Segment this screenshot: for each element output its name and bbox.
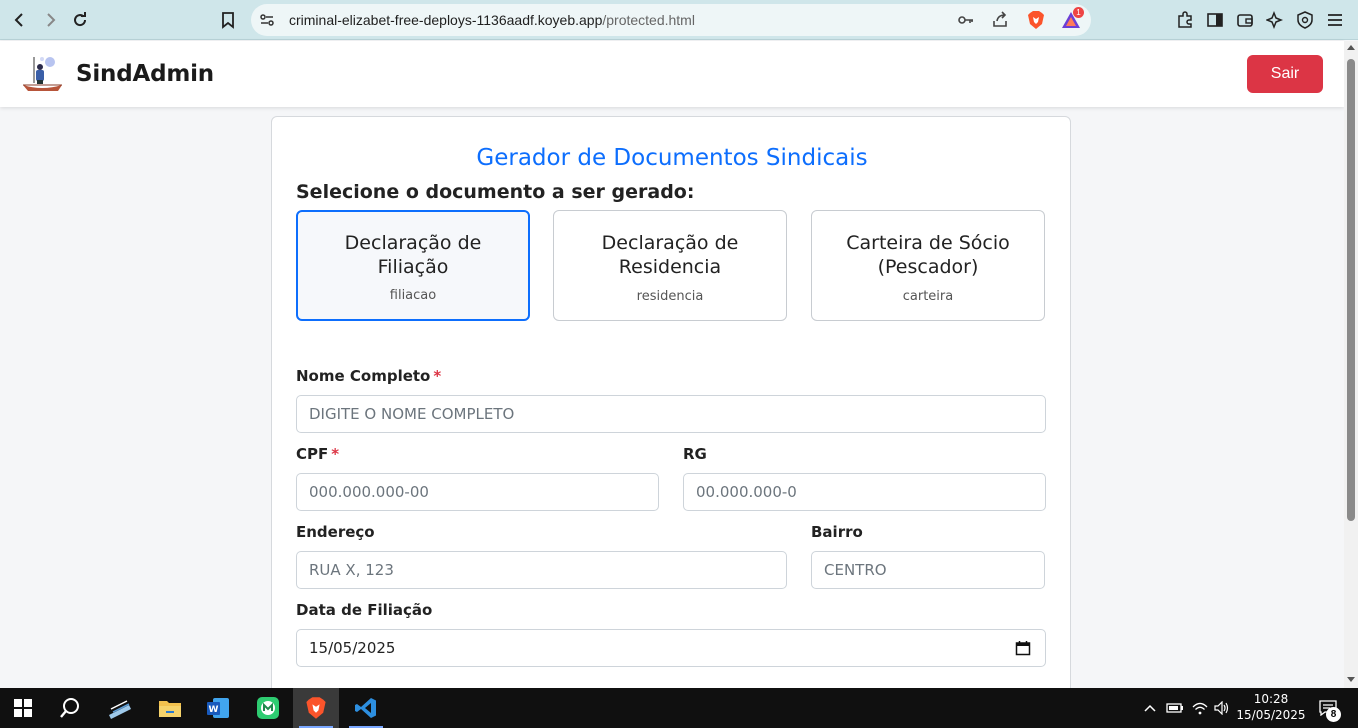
document-generator-card: Gerador de Documentos Sindicais Selecion… — [271, 116, 1071, 716]
rg-input[interactable]: 00.000.000-0 — [683, 473, 1046, 511]
logout-button[interactable]: Sair — [1247, 55, 1323, 93]
endereco-placeholder: RUA X, 123 — [309, 561, 394, 579]
site-settings-icon[interactable] — [259, 12, 275, 28]
doc-option-residencia[interactable]: Declaração de Residencia residencia — [553, 210, 787, 321]
data-filiacao-input[interactable]: 15/05/2025 — [296, 629, 1046, 667]
app-m-icon[interactable] — [245, 688, 291, 728]
nome-input[interactable]: DIGITE O NOME COMPLETO — [296, 395, 1046, 433]
cpf-label-text: CPF — [296, 445, 329, 463]
endereco-label: Endereço — [296, 523, 375, 541]
file-explorer-icon[interactable] — [147, 688, 193, 728]
page-title: Gerador de Documentos Sindicais — [476, 145, 868, 171]
doc-option-title-text: Declaração de Residencia — [601, 232, 739, 278]
fisherman-logo-icon — [23, 57, 62, 91]
clock-date: 15/05/2025 — [1236, 708, 1306, 722]
doc-option-code: residencia — [636, 289, 704, 304]
page-scrollbar[interactable] — [1344, 41, 1358, 688]
doc-option-code: filiacao — [389, 288, 437, 303]
doc-option-title: Carteira de Sócio (Pescador) — [812, 231, 1044, 279]
share-icon[interactable] — [990, 10, 1010, 30]
rewards-badge: 1 — [1073, 7, 1084, 18]
reload-icon[interactable] — [66, 6, 94, 34]
doc-option-filiacao[interactable]: Declaração de Filiação filiacao — [296, 210, 530, 321]
brave-shield-icon[interactable] — [1026, 10, 1046, 30]
taskbar-clock[interactable]: 10:28 15/05/2025 — [1236, 691, 1306, 723]
scroll-down-arrow-icon[interactable] — [1347, 677, 1355, 682]
doc-option-title: Declaração de Filiação — [298, 231, 528, 279]
required-mark: * — [433, 367, 442, 385]
cpf-placeholder: 000.000.000-00 — [309, 483, 429, 501]
rg-label: RG — [683, 445, 707, 463]
doc-option-title-text: Declaração de Filiação — [344, 232, 482, 278]
back-icon[interactable] — [6, 6, 34, 34]
rg-placeholder: 00.000.000-0 — [696, 483, 797, 501]
bairro-placeholder: CENTRO — [824, 561, 887, 579]
menu-icon[interactable] — [1324, 9, 1346, 31]
word-icon[interactable]: W — [195, 688, 241, 728]
vscode-icon[interactable] — [343, 688, 389, 728]
nome-label-text: Nome Completo — [296, 367, 431, 385]
brave-rewards-icon[interactable]: 1 — [1061, 7, 1084, 30]
bairro-label: Bairro — [811, 523, 863, 541]
cpf-input[interactable]: 000.000.000-00 — [296, 473, 659, 511]
bairro-input[interactable]: CENTRO — [811, 551, 1045, 589]
battery-icon[interactable] — [1165, 688, 1185, 728]
brand-title: SindAdmin — [76, 61, 214, 87]
scroll-up-arrow-icon[interactable] — [1347, 45, 1355, 50]
password-key-icon[interactable] — [956, 10, 976, 30]
data-filiacao-label: Data de Filiação — [296, 601, 433, 619]
search-icon[interactable] — [47, 688, 93, 728]
url-host: criminal-elizabet-free-deploys-1136aadf.… — [289, 12, 603, 28]
cpf-label: CPF * — [296, 445, 339, 463]
nome-placeholder: DIGITE O NOME COMPLETO — [309, 405, 515, 423]
windows-taskbar: W 10:28 15/05/2025 8 — [0, 688, 1358, 728]
brave-browser-icon[interactable] — [293, 688, 339, 728]
browser-toolbar: criminal-elizabet-free-deploys-1136aadf.… — [0, 0, 1358, 40]
nome-label: Nome Completo * — [296, 367, 441, 385]
svg-text:W: W — [209, 705, 219, 715]
bookmark-icon[interactable] — [214, 6, 242, 34]
wifi-icon[interactable] — [1190, 688, 1210, 728]
clock-time: 10:28 — [1253, 692, 1289, 706]
app-header: SindAdmin Sair — [0, 41, 1344, 107]
extensions-icon[interactable] — [1174, 9, 1196, 31]
doc-option-title: Declaração de Residencia — [554, 231, 786, 279]
vpn-icon[interactable] — [1294, 9, 1316, 31]
endereco-input[interactable]: RUA X, 123 — [296, 551, 787, 589]
sidebar-icon[interactable] — [1204, 9, 1226, 31]
leo-ai-icon[interactable] — [1264, 9, 1286, 31]
start-icon[interactable] — [0, 688, 46, 728]
url-text: criminal-elizabet-free-deploys-1136aadf.… — [289, 12, 695, 28]
forward-icon[interactable] — [36, 6, 64, 34]
data-filiacao-value: 15/05/2025 — [309, 639, 396, 657]
doc-option-code: carteira — [902, 289, 954, 304]
scroll-thumb[interactable] — [1347, 59, 1355, 521]
url-path: /protected.html — [602, 12, 695, 28]
required-mark: * — [331, 445, 340, 463]
address-bar[interactable]: criminal-elizabet-free-deploys-1136aadf.… — [251, 4, 1091, 36]
notification-count-badge: 8 — [1326, 707, 1341, 722]
doc-option-carteira[interactable]: Carteira de Sócio (Pescador) carteira — [811, 210, 1045, 321]
document-select-label: Selecione o documento a ser gerado: — [296, 181, 695, 203]
wallet-icon[interactable] — [1234, 9, 1256, 31]
doc-option-title-text: Carteira de Sócio (Pescador) — [846, 232, 1010, 278]
tray-chevron-up-icon[interactable] — [1142, 688, 1158, 728]
scanner-app-icon[interactable] — [97, 688, 143, 728]
volume-icon[interactable] — [1212, 688, 1232, 728]
calendar-icon[interactable] — [1015, 640, 1031, 656]
